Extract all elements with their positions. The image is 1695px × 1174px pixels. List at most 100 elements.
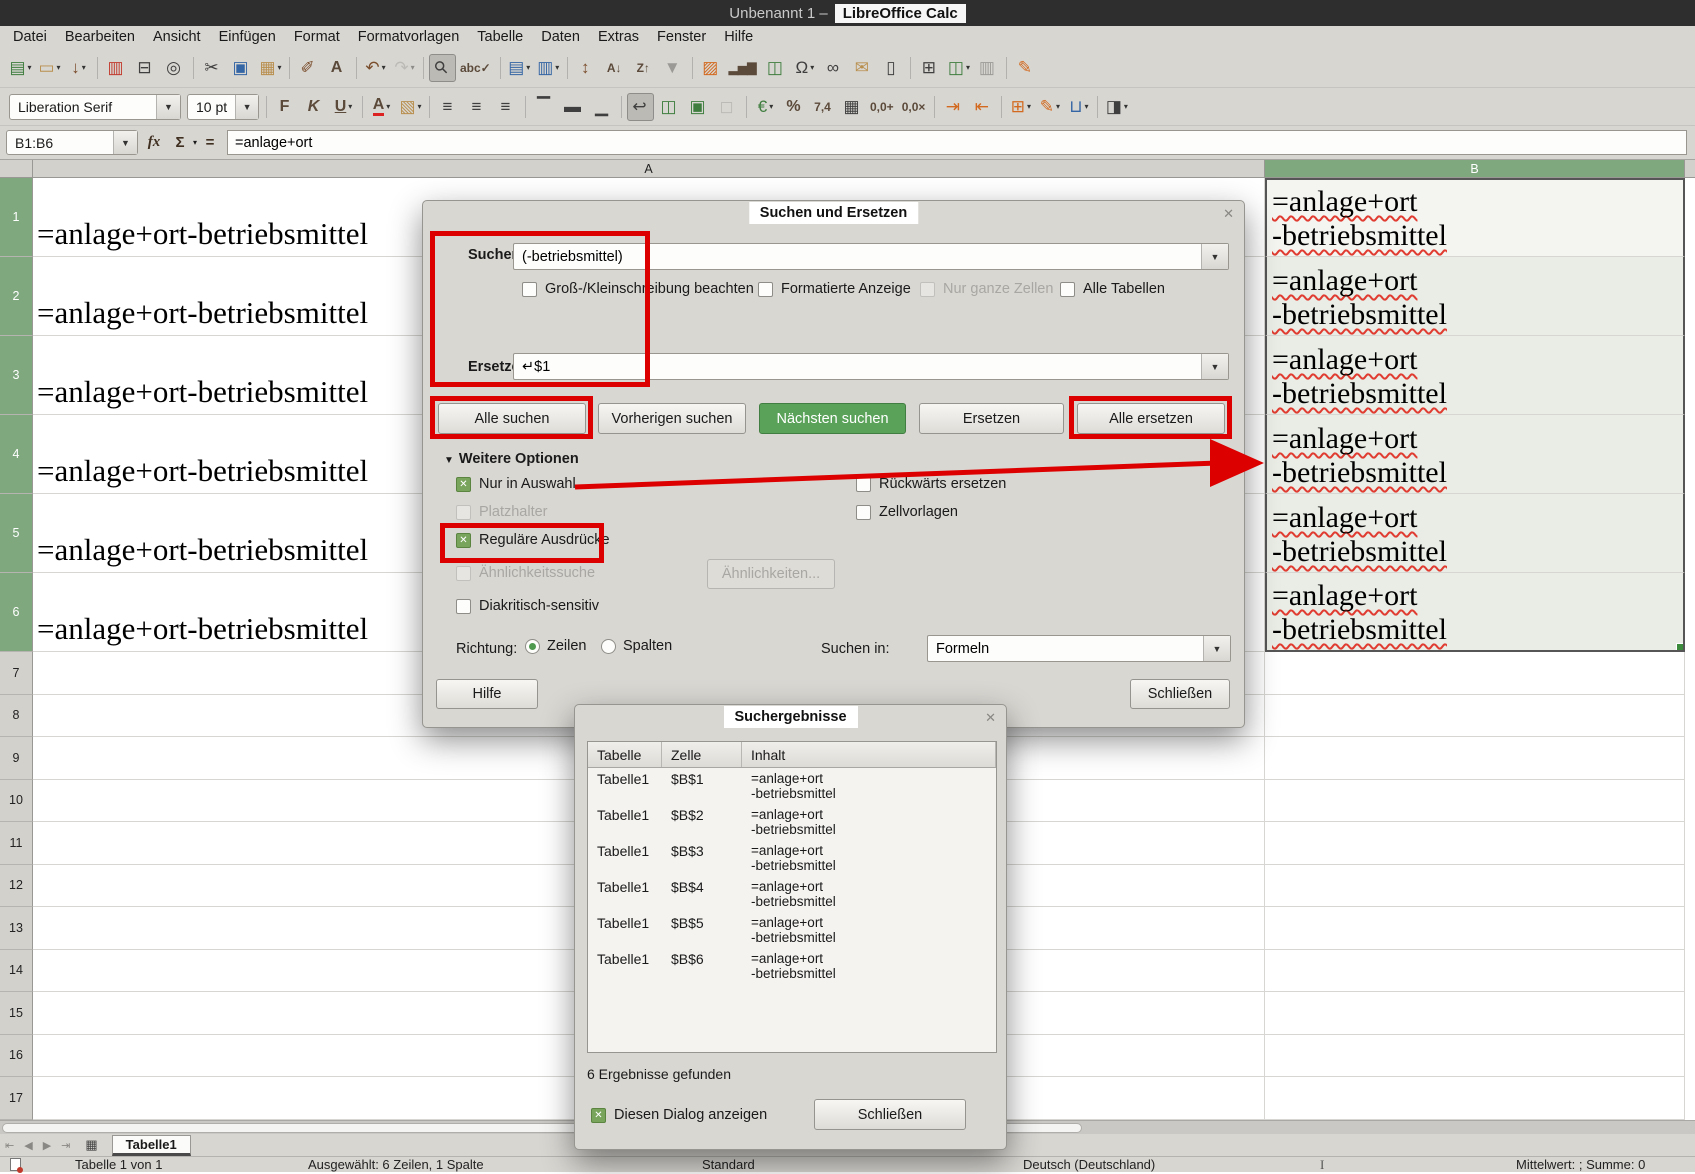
font-size-combo[interactable]: 10 pt ▼ [187, 94, 259, 120]
radio-columns[interactable]: Spalten [601, 638, 672, 654]
more-options-expander[interactable]: ▼Weitere Optionen [444, 451, 579, 467]
clear-formatting-icon[interactable]: A [324, 54, 351, 82]
row-header[interactable]: 8 [0, 695, 33, 738]
close-icon[interactable]: ✕ [1223, 206, 1234, 222]
row-header[interactable]: 10 [0, 780, 33, 823]
menu-item[interactable]: Bearbeiten [56, 26, 144, 48]
cell-column-b[interactable]: =anlage+ort -betriebsmittel [1265, 178, 1685, 257]
language-status[interactable]: Deutsch (Deutschland) [1023, 1157, 1155, 1172]
checkbox-diacritic-sensitive[interactable]: Diakritisch-sensitiv [456, 598, 599, 614]
percent-format-icon[interactable]: % [781, 93, 808, 121]
search-in-combo[interactable]: ▼ [927, 635, 1231, 662]
merge-cells-icon[interactable]: ▣ [685, 93, 712, 121]
row-header[interactable]: 13 [0, 907, 33, 950]
cell-column-b[interactable]: =anlage+ort -betriebsmittel [1265, 573, 1685, 652]
replace-input[interactable] [514, 354, 1201, 379]
result-row[interactable]: Tabelle1 $B$6 =anlage+ort -betriebsmitte… [588, 948, 996, 984]
row-header[interactable]: 1 [0, 178, 33, 257]
row-header[interactable]: 9 [0, 737, 33, 780]
next-sheet-icon[interactable]: ▶ [38, 1139, 56, 1152]
new-document-icon[interactable]: ▤ ▾ [7, 54, 34, 82]
merge-center-cells-icon[interactable]: ◫ [656, 93, 683, 121]
menu-item[interactable]: Ansicht [144, 26, 210, 48]
cell-column-b[interactable] [1265, 1077, 1685, 1120]
insert-image-icon[interactable]: ▨ [698, 54, 725, 82]
show-draw-functions-icon[interactable]: ✎ [1012, 54, 1039, 82]
number-format-icon[interactable]: 7,4 [810, 93, 837, 121]
chevron-down-icon[interactable]: ▼ [156, 95, 180, 119]
redo-icon[interactable]: ↷ ▾ [391, 54, 418, 82]
cell-column-b[interactable] [1265, 865, 1685, 908]
border-style-icon[interactable]: ✎ ▾ [1036, 93, 1063, 121]
checkbox-regular-expressions[interactable]: Reguläre Ausdrücke [456, 532, 610, 548]
column-header-content[interactable]: Inhalt [742, 742, 996, 767]
clone-formatting-icon[interactable]: ✐ [295, 54, 322, 82]
row-header[interactable]: 6 [0, 573, 33, 652]
italic-icon[interactable]: K [301, 93, 328, 121]
close-icon[interactable]: ✕ [985, 710, 996, 726]
cut-icon[interactable]: ✂ [199, 54, 226, 82]
column-header-table[interactable]: Tabelle [588, 742, 662, 767]
checkbox-show-dialog[interactable]: Diesen Dialog anzeigen [591, 1107, 767, 1123]
align-left-icon[interactable]: ≡ [435, 93, 462, 121]
menu-item[interactable]: Format [285, 26, 349, 48]
menu-item[interactable]: Daten [532, 26, 589, 48]
result-row[interactable]: Tabelle1 $B$4 =anlage+ort -betriebsmitte… [588, 876, 996, 912]
align-center-icon[interactable]: ≡ [464, 93, 491, 121]
menu-item[interactable]: Hilfe [715, 26, 762, 48]
cell-column-b[interactable] [1265, 907, 1685, 950]
sum-icon[interactable]: Σ [167, 134, 193, 151]
close-button[interactable]: Schließen [1130, 679, 1230, 709]
chevron-down-icon[interactable]: ▼ [1201, 244, 1228, 269]
cell-column-b[interactable] [1265, 652, 1685, 695]
delete-decimal-icon[interactable]: 0,0× [900, 93, 930, 121]
align-bottom-icon[interactable]: ▁ [589, 93, 616, 121]
previous-sheet-icon[interactable]: ◀ [19, 1139, 37, 1152]
cell-column-b[interactable]: =anlage+ort -betriebsmittel [1265, 494, 1685, 573]
menu-item[interactable]: Datei [4, 26, 56, 48]
sort-descending-icon[interactable]: Z↑ [631, 54, 658, 82]
autofilter-icon[interactable]: ▼ [660, 54, 687, 82]
underline-icon[interactable]: U ▾ [330, 93, 357, 121]
align-top-icon[interactable]: ▔ [531, 93, 558, 121]
freeze-rows-columns-icon[interactable]: ◫ ▾ [945, 54, 972, 82]
select-all-corner[interactable] [0, 160, 33, 177]
result-row[interactable]: Tabelle1 $B$1 =anlage+ort -betriebsmitte… [588, 768, 996, 804]
increase-indent-icon[interactable]: ⇥ [940, 93, 967, 121]
row-header[interactable]: 11 [0, 822, 33, 865]
formula-input[interactable] [227, 130, 1687, 155]
border-color-icon[interactable]: ⊔ ▾ [1065, 93, 1092, 121]
page-style-status[interactable]: Standard [702, 1157, 755, 1172]
insert-comment-icon[interactable]: ✉ [849, 54, 876, 82]
decrease-indent-icon[interactable]: ⇤ [969, 93, 996, 121]
cell-column-b[interactable] [1265, 695, 1685, 738]
paste-icon[interactable]: ▦ ▾ [257, 54, 284, 82]
function-wizard-icon[interactable]: fx [141, 134, 167, 151]
radio-rows[interactable]: Zeilen [525, 638, 587, 654]
conditional-formatting-icon[interactable]: ◨ ▾ [1103, 93, 1130, 121]
equals-icon[interactable]: = [197, 134, 223, 151]
result-row[interactable]: Tabelle1 $B$3 =anlage+ort -betriebsmitte… [588, 840, 996, 876]
sort-icon[interactable]: ↕ [573, 54, 600, 82]
print-preview-icon[interactable]: ◎ [161, 54, 188, 82]
cell-column-b[interactable]: =anlage+ort -betriebsmittel [1265, 415, 1685, 494]
print-icon[interactable]: ⊟ [132, 54, 159, 82]
checkbox-formatted-display[interactable]: Formatierte Anzeige [758, 281, 911, 297]
insert-pivot-table-icon[interactable]: ◫ [762, 54, 789, 82]
menu-item[interactable]: Einfügen [210, 26, 285, 48]
find-next-button[interactable]: Nächsten suchen [759, 403, 906, 434]
add-decimal-icon[interactable]: 0,0+ [868, 93, 898, 121]
row-header[interactable]: 17 [0, 1077, 33, 1120]
unmerge-cells-icon[interactable]: ◻ [714, 93, 741, 121]
wrap-text-icon[interactable]: ↩ [627, 93, 654, 121]
sheet-tab-tabelle1[interactable]: Tabelle1 [112, 1135, 191, 1156]
save-icon[interactable]: ↓ ▾ [65, 54, 92, 82]
menu-item[interactable]: Fenster [648, 26, 715, 48]
cell-column-b[interactable] [1265, 1035, 1685, 1078]
result-row[interactable]: Tabelle1 $B$5 =anlage+ort -betriebsmitte… [588, 912, 996, 948]
row-header[interactable]: 12 [0, 865, 33, 908]
row-header[interactable]: 2 [0, 257, 33, 336]
undo-icon[interactable]: ↶ ▾ [362, 54, 389, 82]
row-header[interactable]: 3 [0, 336, 33, 415]
font-color-icon[interactable]: A ▾ [368, 93, 395, 121]
